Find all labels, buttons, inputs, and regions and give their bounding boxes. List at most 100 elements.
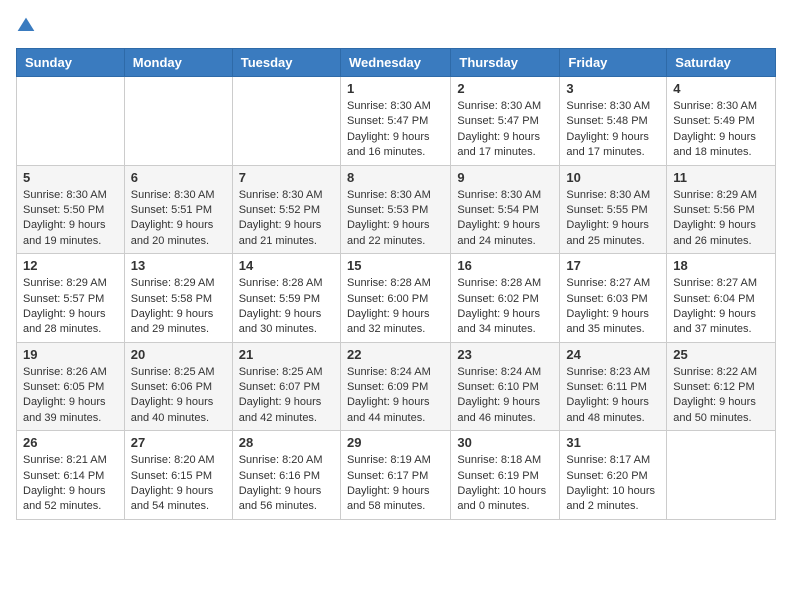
day-number: 30 <box>457 435 553 450</box>
day-cell: 30 Sunrise: 8:18 AMSunset: 6:19 PMDayligh… <box>451 431 560 520</box>
day-info: Sunrise: 8:30 AMSunset: 5:51 PMDaylight:… <box>131 188 226 250</box>
day-number: 3 <box>566 81 660 96</box>
day-number: 31 <box>566 435 660 450</box>
day-number: 7 <box>239 170 334 185</box>
day-cell: 24Sunrise: 8:23 AMSunset: 6:11 PMDayligh… <box>560 342 667 431</box>
day-info: Sunrise: 8:30 AMSunset: 5:47 PMDaylight:… <box>347 99 444 161</box>
day-cell: 26 Sunrise: 8:21 AMSunset: 6:14 PMDayligh… <box>17 431 125 520</box>
day-cell: 21 Sunrise: 8:25 AMSunset: 6:07 PMDayligh… <box>232 342 340 431</box>
day-cell: 28 Sunrise: 8:20 AMSunset: 6:16 PMDayligh… <box>232 431 340 520</box>
day-number: 15 <box>347 258 444 273</box>
day-cell: 14Sunrise: 8:28 AMSunset: 5:59 PMDayligh… <box>232 254 340 343</box>
day-info: Sunrise: 8:25 AMSunset: 6:06 PMDaylight:… <box>131 365 226 427</box>
day-cell: 7 Sunrise: 8:30 AMSunset: 5:52 PMDaylight… <box>232 165 340 254</box>
day-number: 19 <box>23 347 118 362</box>
day-cell: 27 Sunrise: 8:20 AMSunset: 6:15 PMDayligh… <box>124 431 232 520</box>
day-number: 29 <box>347 435 444 450</box>
day-cell: 3 Sunrise: 8:30 AMSunset: 5:48 PMDaylight… <box>560 77 667 166</box>
weekday-header-saturday: Saturday <box>667 49 776 77</box>
day-info: Sunrise: 8:24 AMSunset: 6:10 PMDaylight:… <box>457 365 553 427</box>
weekday-header-monday: Monday <box>124 49 232 77</box>
day-cell: 31 Sunrise: 8:17 AMSunset: 6:20 PMDayligh… <box>560 431 667 520</box>
day-number: 18 <box>673 258 769 273</box>
day-cell: 13 Sunrise: 8:29 AMSunset: 5:58 PMDayligh… <box>124 254 232 343</box>
day-info: Sunrise: 8:29 AMSunset: 5:57 PMDaylight:… <box>23 276 118 338</box>
day-number: 5 <box>23 170 118 185</box>
day-number: 1 <box>347 81 444 96</box>
day-number: 23 <box>457 347 553 362</box>
logo-icon <box>16 16 36 36</box>
day-cell: 4 Sunrise: 8:30 AMSunset: 5:49 PMDaylight… <box>667 77 776 166</box>
day-number: 4 <box>673 81 769 96</box>
week-row-4: 19 Sunrise: 8:26 AMSunset: 6:05 PMDayligh… <box>17 342 776 431</box>
day-number: 26 <box>23 435 118 450</box>
day-cell: 1 Sunrise: 8:30 AMSunset: 5:47 PMDaylight… <box>340 77 450 166</box>
day-cell: 5 Sunrise: 8:30 AMSunset: 5:50 PMDaylight… <box>17 165 125 254</box>
day-info: Sunrise: 8:26 AMSunset: 6:05 PMDaylight:… <box>23 365 118 427</box>
day-info: Sunrise: 8:30 AMSunset: 5:48 PMDaylight:… <box>566 99 660 161</box>
week-row-3: 12 Sunrise: 8:29 AMSunset: 5:57 PMDayligh… <box>17 254 776 343</box>
day-number: 21 <box>239 347 334 362</box>
day-cell: 9 Sunrise: 8:30 AMSunset: 5:54 PMDaylight… <box>451 165 560 254</box>
day-cell: 19 Sunrise: 8:26 AMSunset: 6:05 PMDayligh… <box>17 342 125 431</box>
calendar-table: SundayMondayTuesdayWednesdayThursdayFrid… <box>16 48 776 520</box>
day-cell: 25Sunrise: 8:22 AMSunset: 6:12 PMDayligh… <box>667 342 776 431</box>
day-info: Sunrise: 8:18 AMSunset: 6:19 PMDaylight:… <box>457 453 553 515</box>
day-number: 9 <box>457 170 553 185</box>
day-info: Sunrise: 8:28 AMSunset: 6:02 PMDaylight:… <box>457 276 553 338</box>
day-number: 10 <box>566 170 660 185</box>
day-info: Sunrise: 8:30 AMSunset: 5:53 PMDaylight:… <box>347 188 444 250</box>
day-number: 16 <box>457 258 553 273</box>
day-info: Sunrise: 8:24 AMSunset: 6:09 PMDaylight:… <box>347 365 444 427</box>
day-info: Sunrise: 8:29 AMSunset: 5:58 PMDaylight:… <box>131 276 226 338</box>
day-info: Sunrise: 8:21 AMSunset: 6:14 PMDaylight:… <box>23 453 118 515</box>
day-info: Sunrise: 8:23 AMSunset: 6:11 PMDaylight:… <box>566 365 660 427</box>
day-info: Sunrise: 8:19 AMSunset: 6:17 PMDaylight:… <box>347 453 444 515</box>
day-info: Sunrise: 8:25 AMSunset: 6:07 PMDaylight:… <box>239 365 334 427</box>
day-cell <box>232 77 340 166</box>
day-info: Sunrise: 8:30 AMSunset: 5:49 PMDaylight:… <box>673 99 769 161</box>
day-cell: 20 Sunrise: 8:25 AMSunset: 6:06 PMDayligh… <box>124 342 232 431</box>
day-cell <box>17 77 125 166</box>
day-number: 12 <box>23 258 118 273</box>
day-number: 22 <box>347 347 444 362</box>
day-number: 20 <box>131 347 226 362</box>
day-cell: 22 Sunrise: 8:24 AMSunset: 6:09 PMDayligh… <box>340 342 450 431</box>
weekday-header-wednesday: Wednesday <box>340 49 450 77</box>
day-number: 6 <box>131 170 226 185</box>
day-info: Sunrise: 8:30 AMSunset: 5:54 PMDaylight:… <box>457 188 553 250</box>
weekday-header-sunday: Sunday <box>17 49 125 77</box>
day-cell: 18 Sunrise: 8:27 AMSunset: 6:04 PMDayligh… <box>667 254 776 343</box>
day-info: Sunrise: 8:20 AMSunset: 6:15 PMDaylight:… <box>131 453 226 515</box>
day-cell: 2 Sunrise: 8:30 AMSunset: 5:47 PMDaylight… <box>451 77 560 166</box>
day-cell: 8 Sunrise: 8:30 AMSunset: 5:53 PMDaylight… <box>340 165 450 254</box>
day-cell: 15 Sunrise: 8:28 AMSunset: 6:00 PMDayligh… <box>340 254 450 343</box>
weekday-header-thursday: Thursday <box>451 49 560 77</box>
day-cell: 12 Sunrise: 8:29 AMSunset: 5:57 PMDayligh… <box>17 254 125 343</box>
day-cell <box>667 431 776 520</box>
day-info: Sunrise: 8:30 AMSunset: 5:50 PMDaylight:… <box>23 188 118 250</box>
day-number: 8 <box>347 170 444 185</box>
day-info: Sunrise: 8:29 AMSunset: 5:56 PMDaylight:… <box>673 188 769 250</box>
day-info: Sunrise: 8:17 AMSunset: 6:20 PMDaylight:… <box>566 453 660 515</box>
day-cell: 23 Sunrise: 8:24 AMSunset: 6:10 PMDayligh… <box>451 342 560 431</box>
logo <box>16 16 40 36</box>
day-info: Sunrise: 8:30 AMSunset: 5:52 PMDaylight:… <box>239 188 334 250</box>
weekday-header-tuesday: Tuesday <box>232 49 340 77</box>
day-cell: 16 Sunrise: 8:28 AMSunset: 6:02 PMDayligh… <box>451 254 560 343</box>
day-number: 28 <box>239 435 334 450</box>
day-number: 27 <box>131 435 226 450</box>
day-info: Sunrise: 8:28 AMSunset: 6:00 PMDaylight:… <box>347 276 444 338</box>
day-cell: 10Sunrise: 8:30 AMSunset: 5:55 PMDayligh… <box>560 165 667 254</box>
day-info: Sunrise: 8:20 AMSunset: 6:16 PMDaylight:… <box>239 453 334 515</box>
day-cell: 11 Sunrise: 8:29 AMSunset: 5:56 PMDayligh… <box>667 165 776 254</box>
day-number: 11 <box>673 170 769 185</box>
day-number: 2 <box>457 81 553 96</box>
day-info: Sunrise: 8:27 AMSunset: 6:03 PMDaylight:… <box>566 276 660 338</box>
day-info: Sunrise: 8:30 AMSunset: 5:47 PMDaylight:… <box>457 99 553 161</box>
weekday-header-row: SundayMondayTuesdayWednesdayThursdayFrid… <box>17 49 776 77</box>
day-number: 13 <box>131 258 226 273</box>
day-info: Sunrise: 8:27 AMSunset: 6:04 PMDaylight:… <box>673 276 769 338</box>
day-cell: 6 Sunrise: 8:30 AMSunset: 5:51 PMDaylight… <box>124 165 232 254</box>
day-cell: 29 Sunrise: 8:19 AMSunset: 6:17 PMDayligh… <box>340 431 450 520</box>
